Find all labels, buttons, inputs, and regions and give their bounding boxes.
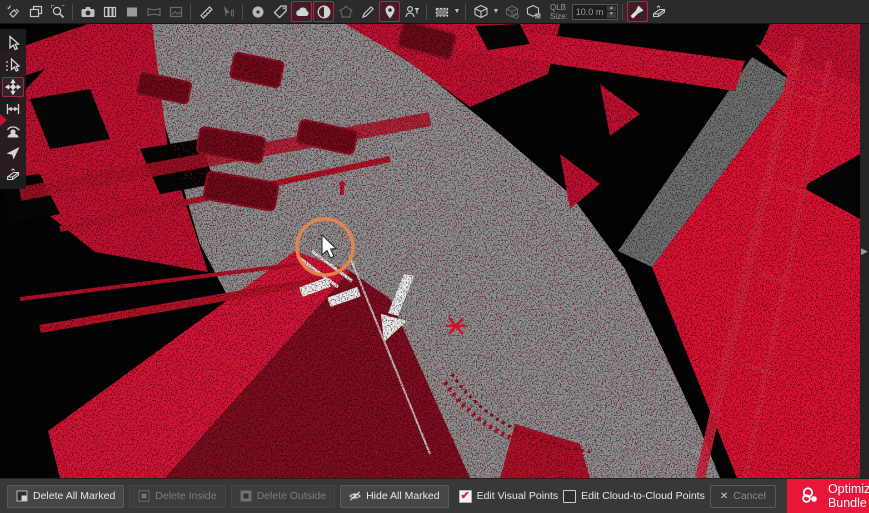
delete-marked-icon bbox=[16, 490, 28, 502]
panorama-view-icon[interactable] bbox=[143, 1, 164, 22]
bundle-icon bbox=[799, 485, 821, 507]
draw-icon[interactable] bbox=[357, 1, 378, 22]
qlb-cube-icon[interactable] bbox=[470, 1, 491, 22]
edit-visual-points-checkbox[interactable]: ✔ Edit Visual Points bbox=[459, 490, 559, 503]
eraser-icon[interactable] bbox=[649, 1, 670, 22]
button-label: Delete Inside bbox=[155, 490, 216, 502]
hide-all-marked-button[interactable]: Hide All Marked bbox=[340, 485, 449, 508]
qlb-size-input[interactable]: 10.0 m ▲▼ bbox=[572, 4, 618, 20]
fly-tool-icon[interactable] bbox=[2, 143, 24, 163]
qlb-cube-alt-icon[interactable] bbox=[501, 1, 522, 22]
qlb-cube-m-icon[interactable]: M bbox=[523, 1, 544, 22]
disc-icon[interactable] bbox=[247, 1, 268, 22]
point-cloud-viewport[interactable]: ▶ bbox=[0, 24, 869, 478]
close-icon: ✕ bbox=[720, 491, 728, 502]
cascade-windows-icon[interactable] bbox=[25, 1, 46, 22]
delete-outside-icon bbox=[240, 490, 252, 502]
zoom-region-icon[interactable] bbox=[47, 1, 68, 22]
solid-view-icon[interactable] bbox=[121, 1, 142, 22]
edit-cloud-to-cloud-points-checkbox[interactable]: ✔ Edit Cloud-to-Cloud Points bbox=[563, 490, 705, 503]
select-tool-icon[interactable] bbox=[2, 33, 24, 53]
toolbar-separator bbox=[622, 4, 623, 20]
checkbox-box[interactable]: ✔ bbox=[459, 490, 472, 503]
button-label: Hide All Marked bbox=[366, 490, 440, 502]
button-label: Optimize Bundle bbox=[828, 482, 869, 510]
checkmark-icon: ✔ bbox=[460, 491, 469, 502]
button-label: Cancel bbox=[733, 490, 766, 502]
qlb-cube-dropdown-caret[interactable]: ▼ bbox=[492, 1, 500, 22]
camera-view-icon[interactable] bbox=[77, 1, 98, 22]
checkbox-label: Edit Visual Points bbox=[477, 490, 559, 502]
location-pin-icon[interactable] bbox=[379, 1, 400, 22]
active-tool-indicator-arrow bbox=[0, 114, 7, 126]
toolbar-separator bbox=[190, 4, 191, 20]
hide-marked-eye-slash-icon bbox=[349, 490, 361, 502]
erase-tool-icon[interactable] bbox=[2, 165, 24, 185]
qlb-size-label: QLB Size: bbox=[550, 3, 568, 21]
point-cloud-scene bbox=[0, 24, 869, 478]
delete-all-marked-button[interactable]: Delete All Marked bbox=[7, 485, 124, 508]
cursor-info-icon[interactable] bbox=[217, 1, 238, 22]
mesh-icon[interactable] bbox=[335, 1, 356, 22]
marquee-select-tool-icon[interactable] bbox=[2, 55, 24, 75]
toolbar-separator bbox=[72, 4, 73, 20]
viewport-tool-palette bbox=[0, 29, 26, 189]
laser-scan-icon[interactable] bbox=[313, 1, 334, 22]
optimize-bundle-button[interactable]: Optimize Bundle bbox=[787, 479, 869, 513]
qlb-size-value: 10.0 m bbox=[576, 7, 604, 17]
marquee-select-icon[interactable] bbox=[431, 1, 452, 22]
image-view-icon[interactable] bbox=[165, 1, 186, 22]
svg-text:M: M bbox=[535, 13, 541, 20]
transform-tool-icon[interactable] bbox=[3, 1, 24, 22]
checkbox-label: Edit Cloud-to-Cloud Points bbox=[581, 490, 705, 502]
toolbar-separator bbox=[426, 4, 427, 20]
toolbar-separator bbox=[242, 4, 243, 20]
button-label: Delete Outside bbox=[257, 490, 326, 502]
delete-inside-button[interactable]: Delete Inside bbox=[129, 485, 225, 508]
cancel-button[interactable]: ✕ Cancel bbox=[710, 485, 776, 508]
panel-expander-icon[interactable]: ▶ bbox=[861, 246, 868, 257]
application-window: ▼ ▼ M QLB Size: 10.0 m ▲▼ bbox=[0, 0, 869, 513]
delete-outside-button[interactable]: Delete Outside bbox=[231, 485, 335, 508]
delete-inside-icon bbox=[138, 490, 150, 502]
button-label: Delete All Marked bbox=[33, 490, 115, 502]
marquee-dropdown-caret[interactable]: ▼ bbox=[453, 1, 461, 22]
checkbox-box[interactable]: ✔ bbox=[563, 490, 576, 503]
bottom-action-bar: Delete All Marked Delete Inside Delete O… bbox=[0, 478, 869, 513]
measure-icon[interactable] bbox=[195, 1, 216, 22]
clean-brush-icon[interactable] bbox=[627, 1, 648, 22]
pan-tool-icon[interactable] bbox=[2, 77, 24, 97]
split-view-icon[interactable] bbox=[99, 1, 120, 22]
point-cloud-icon[interactable] bbox=[291, 1, 312, 22]
qlb-size-stepper[interactable]: ▲▼ bbox=[607, 6, 616, 18]
right-panel-strip: ▶ bbox=[860, 24, 869, 478]
top-toolbar: ▼ ▼ M QLB Size: 10.0 m ▲▼ bbox=[0, 0, 869, 24]
toolbar-separator bbox=[465, 4, 466, 20]
user-filter-icon[interactable] bbox=[401, 1, 422, 22]
tag-icon[interactable] bbox=[269, 1, 290, 22]
